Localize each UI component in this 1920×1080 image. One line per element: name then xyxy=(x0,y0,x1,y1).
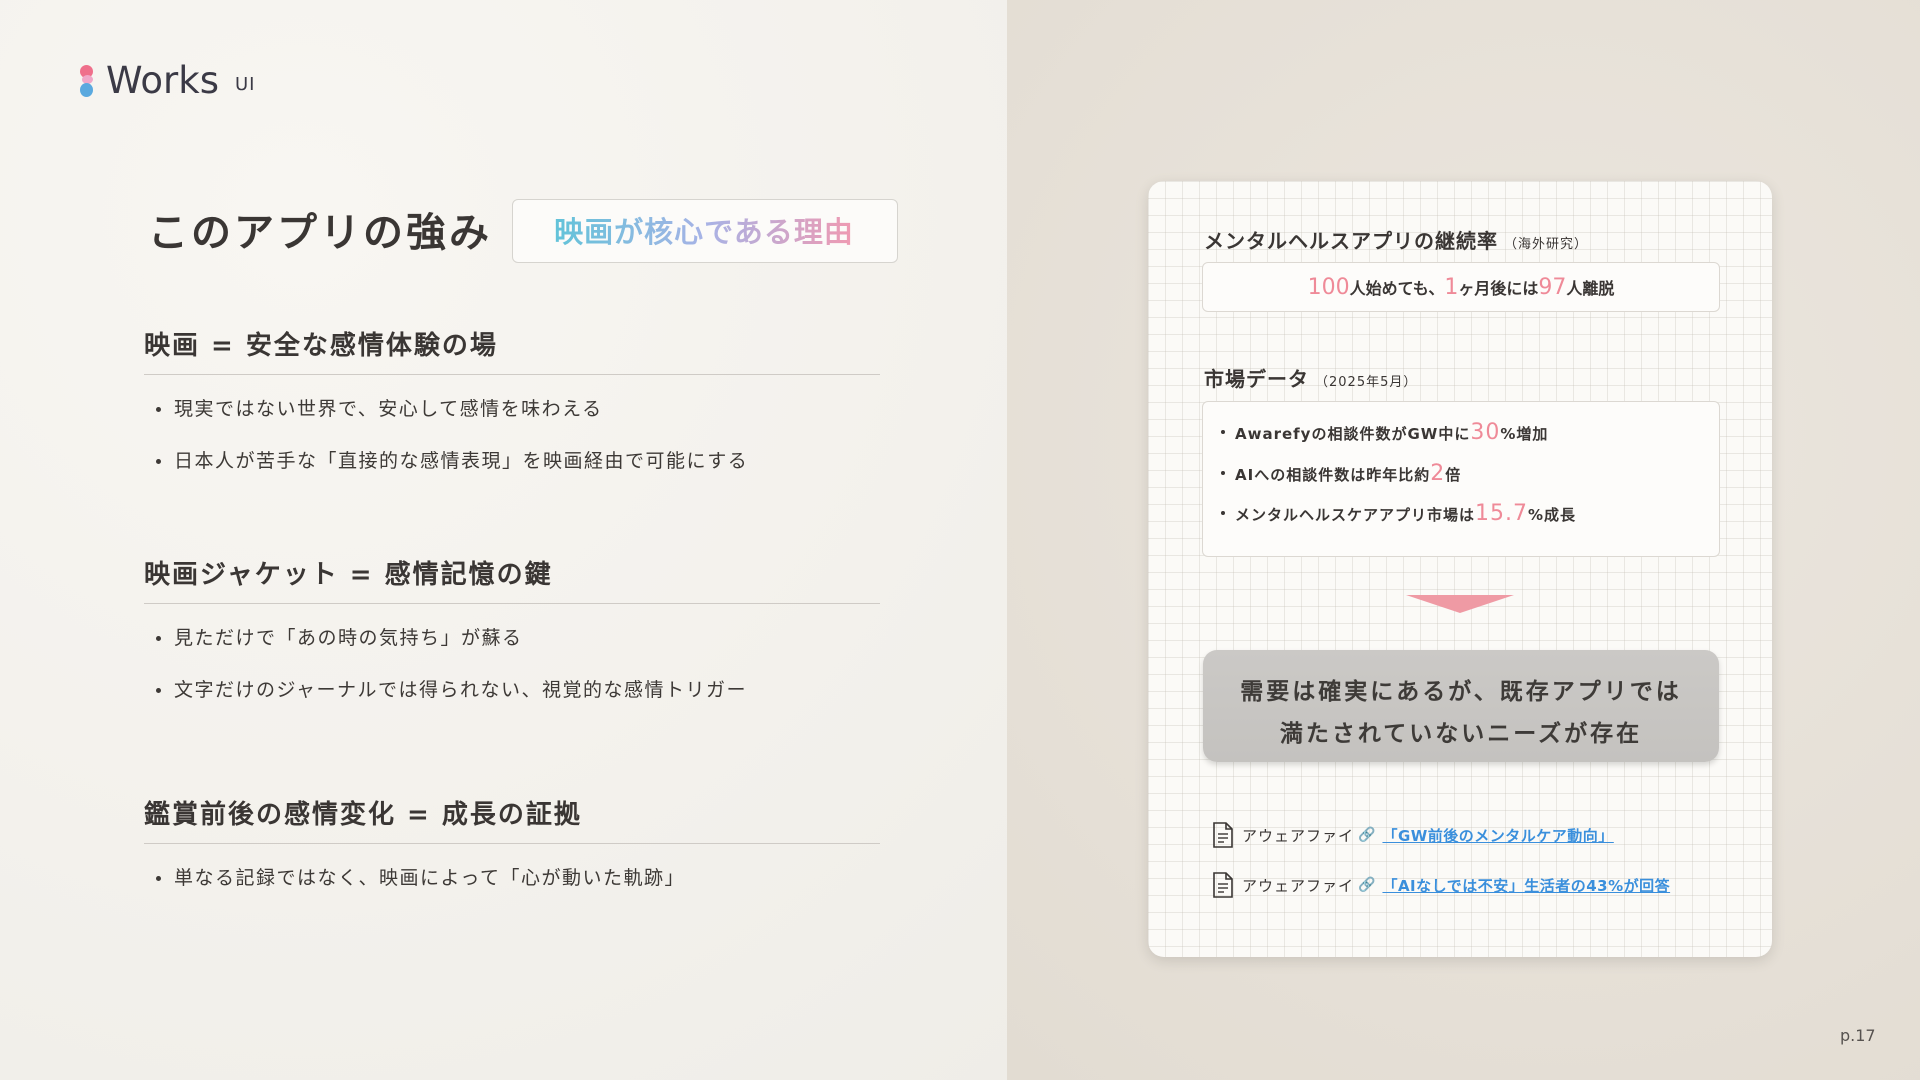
data-card: メンタルヘルスアプリの継続率 （海外研究） 100 人始めても、 1 ヶ月後には 97… xyxy=(1148,181,1772,957)
logo-sub: UI xyxy=(234,74,256,95)
logo-text: Works xyxy=(106,59,219,102)
list-item: 日本人が苦手な「直接的な感情表現」を映画経由で可能にする xyxy=(144,445,880,497)
document-icon xyxy=(1213,822,1233,848)
retention-stat: 100 人始めても、 1 ヶ月後には 97 人離脱 xyxy=(1202,262,1720,312)
bullet-list: 現実ではない世界で、安心して感情を味わえる 日本人が苦手な「直接的な感情表現」を… xyxy=(144,393,880,497)
logo: Works UI xyxy=(80,62,255,99)
reference-link[interactable]: 「GW前後のメンタルケア動向」 xyxy=(1382,825,1613,846)
page-number: p.17 xyxy=(1840,1026,1876,1045)
link-icon: 🔗 xyxy=(1358,827,1377,843)
retention-heading: メンタルヘルスアプリの継続率 （海外研究） xyxy=(1204,229,1589,253)
down-arrow-icon xyxy=(1406,595,1514,613)
reference-source: アウェアファイ xyxy=(1242,826,1355,845)
link-icon: 🔗 xyxy=(1358,877,1377,893)
section-safe-experience: 映画 = 安全な感情体験の場 現実ではない世界で、安心して感情を味わえる 日本人… xyxy=(144,325,880,497)
reference-item: アウェアファイ 🔗 「AIなしでは不安」生活者の43%が回答 xyxy=(1212,871,1670,899)
market-item: Awarefyの相談件数がGW中に30%増加 xyxy=(1220,420,1549,445)
list-item: 現実ではない世界で、安心して感情を味わえる xyxy=(144,393,880,445)
logo-mark-icon xyxy=(80,65,94,99)
section-memory-key: 映画ジャケット = 感情記憶の鍵 見ただけで「あの時の気持ち」が蘇る 文字だけの… xyxy=(144,554,880,726)
title-badge-wrap: 映画が核心である理由 xyxy=(512,199,896,261)
bullet-list: 単なる記録ではなく、映画によって「心が動いた軌跡」 xyxy=(144,862,880,914)
list-item: 文字だけのジャーナルでは得られない、視覚的な感情トリガー xyxy=(144,674,880,726)
conclusion-box: 需要は確実にあるが、既存アプリでは 満たされていないニーズが存在 xyxy=(1203,650,1719,762)
conclusion-line: 需要は確実にあるが、既存アプリでは xyxy=(1240,679,1682,705)
title-row: このアプリの強み xyxy=(148,200,492,258)
section-growth-proof: 鑑賞前後の感情変化 = 成長の証拠 単なる記録ではなく、映画によって「心が動いた… xyxy=(144,794,880,914)
market-item: AIへの相談件数は昨年比約2倍 xyxy=(1220,461,1462,486)
list-item: 単なる記録ではなく、映画によって「心が動いた軌跡」 xyxy=(144,862,880,914)
reference-link[interactable]: 「AIなしでは不安」生活者の43%が回答 xyxy=(1382,875,1670,896)
market-heading: 市場データ （2025年5月） xyxy=(1204,367,1418,391)
page-title: このアプリの強み xyxy=(148,210,492,256)
document-icon xyxy=(1213,872,1233,898)
market-item: メンタルヘルスケアアプリ市場は15.7%成長 xyxy=(1220,501,1577,526)
list-item: 見ただけで「あの時の気持ち」が蘇る xyxy=(144,622,880,674)
conclusion-line: 満たされていないニーズが存在 xyxy=(1279,721,1643,747)
market-box: Awarefyの相談件数がGW中に30%増加 AIへの相談件数は昨年比約2倍 メ… xyxy=(1202,401,1720,557)
reference-item: アウェアファイ 🔗 「GW前後のメンタルケア動向」 xyxy=(1212,821,1614,849)
section-heading: 映画ジャケット = 感情記憶の鍵 xyxy=(144,554,880,604)
bullet-list: 見ただけで「あの時の気持ち」が蘇る 文字だけのジャーナルでは得られない、視覚的な… xyxy=(144,622,880,726)
left-panel xyxy=(0,0,1007,1080)
reference-source: アウェアファイ xyxy=(1242,876,1355,895)
section-heading: 鑑賞前後の感情変化 = 成長の証拠 xyxy=(144,794,880,844)
title-badge-text: 映画が核心である理由 xyxy=(554,209,854,251)
section-heading: 映画 = 安全な感情体験の場 xyxy=(144,325,880,375)
